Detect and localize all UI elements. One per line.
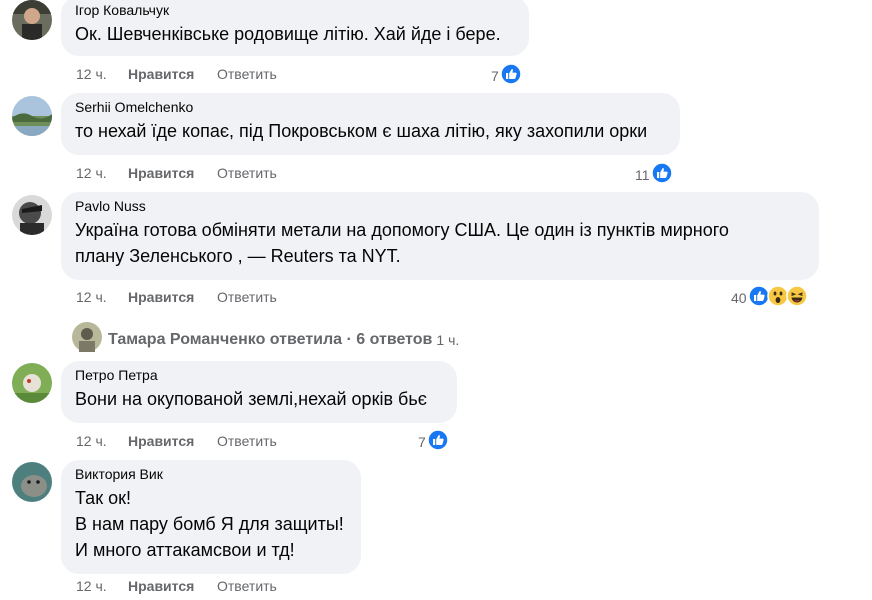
comment-actions: 12 ч. Нравится Ответить [76,578,277,594]
reaction-summary[interactable]: 7 [418,429,449,454]
comment-author[interactable]: Ігор Ковальчук [75,2,515,18]
like-icon [650,162,673,187]
reply-button[interactable]: Ответить [217,578,277,594]
avatar[interactable] [12,0,52,40]
comment-time[interactable]: 12 ч. [76,66,128,82]
reply-button[interactable]: Ответить [217,289,277,305]
like-button[interactable]: Нравится [128,165,217,181]
like-button[interactable]: Нравится [128,289,217,305]
reply-button[interactable]: Ответить [217,433,277,449]
comment-text: Україна готова обміняти метали на допомо… [75,220,729,266]
replies-summary: Тамара Романченко ответила · 6 ответов [108,330,433,348]
comment-time[interactable]: 12 ч. [76,433,128,449]
comment-actions: 12 ч. Нравится Ответить [76,433,277,449]
comment-bubble: Петро Петра Вони на окупованой землі,нех… [61,361,457,423]
comment-text: Ок. Шевченківське родовище літію. Хай йд… [75,24,501,44]
reaction-count: 7 [491,67,499,84]
comment-text: то нехай їде копає, під Покровськом є ша… [75,121,648,141]
like-button[interactable]: Нравится [128,433,217,449]
comment-author[interactable]: Петро Петра [75,367,443,383]
like-icon [427,429,449,454]
reply-button[interactable]: Ответить [217,66,277,82]
comment-author[interactable]: Виктория Вик [75,466,347,482]
haha-emoji-icon [785,285,808,310]
avatar[interactable] [12,462,52,502]
comment-bubble: Ігор Ковальчук Ок. Шевченківське родовищ… [61,0,529,56]
avatar [72,322,102,357]
comment-actions: 12 ч. Нравится Ответить [76,66,277,82]
comment-bubble: Serhii Omelchenko то нехай їде копає, пі… [61,93,680,155]
comment-actions: 12 ч. Нравится Ответить [76,165,277,181]
comment-time[interactable]: 12 ч. [76,165,128,181]
reaction-count: 40 [731,289,747,306]
avatar[interactable] [12,96,52,136]
comment-actions: 12 ч. Нравится Ответить [76,289,277,305]
view-replies-link[interactable]: Тамара Романченко ответила · 6 ответов 1… [72,322,459,357]
reaction-count: 11 [635,166,650,183]
reaction-count: 7 [418,433,426,450]
reaction-summary[interactable]: 40 [731,285,808,310]
comment-text: Вони на окупованой землі,нехай орків бьє [75,389,427,409]
comment-time[interactable]: 12 ч. [76,289,128,305]
reply-button[interactable]: Ответить [217,165,277,181]
like-button[interactable]: Нравится [128,66,217,82]
reaction-summary[interactable]: 11 [635,162,673,187]
reaction-summary[interactable]: 7 [491,63,522,88]
comment-bubble: Виктория Вик Так ок! В нам пару бомб Я дл… [61,460,361,574]
comment-author[interactable]: Pavlo Nuss [75,198,805,214]
avatar[interactable] [12,195,52,235]
avatar[interactable] [12,363,52,403]
comment-time[interactable]: 12 ч. [76,578,128,594]
like-button[interactable]: Нравится [128,578,217,594]
like-icon [500,63,522,88]
comment-bubble: Pavlo Nuss Україна готова обміняти метал… [61,192,819,280]
comment-author[interactable]: Serhii Omelchenko [75,99,666,115]
comment-text: Так ок! В нам пару бомб Я для защиты! И мн… [75,488,344,560]
reply-time: 1 ч. [436,331,460,348]
